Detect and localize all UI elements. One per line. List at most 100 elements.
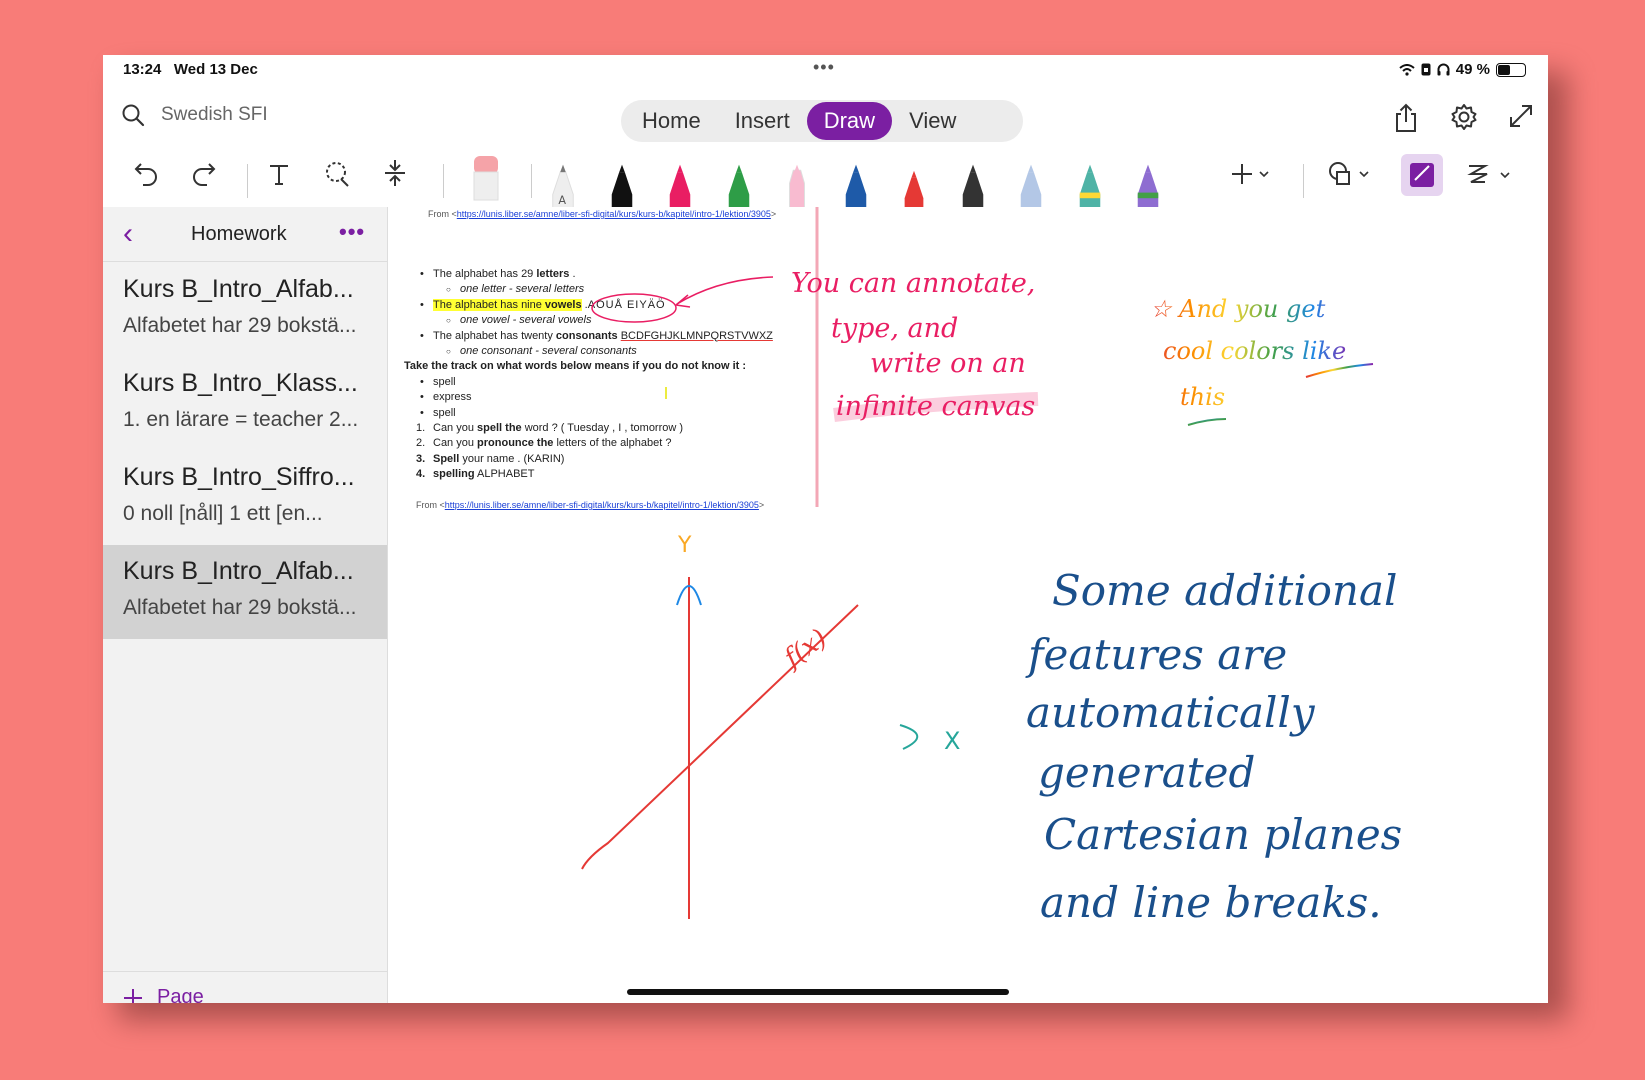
page-list-item[interactable]: Kurs B_Intro_Siffro... 0 noll [nåll] 1 e… [103, 451, 387, 545]
numbered-item: 3. Spell your name . (KARIN) [416, 452, 565, 465]
sidebar-footer: Page [103, 971, 387, 1003]
numbered-item: 4. spelling ALPHABET [416, 468, 535, 481]
graph-y-arrow [676, 585, 702, 606]
pen-2-pen-icon[interactable] [608, 164, 636, 210]
page-title: Kurs B_Intro_Klass... [123, 369, 358, 397]
settings-gear-icon[interactable] [1450, 103, 1478, 131]
lock-rotation-icon [1421, 63, 1431, 76]
rainbow-note-line: cool colors like [1163, 337, 1346, 365]
page-preview: 1. en lärare = teacher 2... [123, 408, 359, 431]
section-title: Homework [191, 223, 287, 245]
pen-9-pen-icon[interactable] [1017, 164, 1045, 210]
list-item: express [408, 390, 828, 406]
rainbow-note-line: this [1180, 383, 1225, 411]
page-preview: 0 noll [nåll] 1 ett [en... [123, 502, 323, 525]
blue-note-line: generated [1038, 748, 1255, 797]
tab-home[interactable]: Home [625, 102, 718, 140]
notebook-name: Swedish SFI [161, 104, 268, 125]
numbered-item: 1. Can you spell the word ? ( Tuesday , I… [416, 422, 684, 435]
blue-note-line: and line breaks. [1040, 878, 1382, 927]
list-item: The alphabet has twenty consonants BCDFG… [408, 329, 828, 345]
pen-11-galaxy-icon[interactable] [1134, 164, 1162, 210]
battery-level [1498, 64, 1510, 75]
list-subitem: one letter - several letters [408, 282, 828, 298]
multitasking-dots-icon[interactable]: ••• [813, 57, 835, 78]
list-subitem: one vowel - several vowels [408, 313, 828, 329]
draw-toolbar: A [103, 150, 1548, 212]
note-canvas[interactable]: From <https://lunis.liber.se/amne/liber-… [388, 207, 1548, 1003]
graph-function-line [581, 604, 859, 870]
status-bar: 13:24 Wed 13 Dec ••• 49 % [103, 55, 1548, 87]
add-page-button[interactable]: Page [123, 986, 204, 1003]
shapes-icon[interactable] [1327, 160, 1371, 188]
headphones-icon [1437, 63, 1450, 76]
task-heading: Take the track on what words below means… [404, 360, 747, 373]
eraser-icon[interactable] [471, 154, 501, 202]
more-options-icon[interactable]: ••• [339, 219, 365, 245]
blue-note-line: features are [1025, 630, 1287, 679]
back-chevron-icon[interactable]: ‹ [123, 217, 133, 251]
fullscreen-expand-icon[interactable] [1508, 103, 1534, 129]
status-time: 13:24 Wed 13 Dec [123, 61, 258, 78]
page-list-item[interactable]: Kurs B_Intro_Alfab... Alfabetet har 29 b… [103, 263, 387, 357]
graph-x-label: X [944, 727, 960, 755]
ipad-screen: 13:24 Wed 13 Dec ••• 49 % Swedish SFI Ho… [103, 55, 1548, 1003]
source-link-top: From <https://lunis.liber.se/amne/liber-… [428, 209, 777, 219]
home-indicator[interactable] [627, 989, 1009, 995]
share-icon[interactable] [1392, 103, 1420, 133]
plus-icon [124, 988, 142, 1003]
insert-space-icon[interactable] [383, 158, 407, 188]
svg-text:A: A [558, 194, 566, 207]
notebook-search[interactable]: Swedish SFI [121, 103, 268, 127]
source-url-link[interactable]: https://lunis.liber.se/amne/liber-sfi-di… [457, 209, 771, 219]
list-subitem: one consonant - several consonants [408, 344, 828, 360]
graph-x-arrow [899, 724, 919, 750]
add-page-label: Page [157, 986, 204, 1003]
page-title: Kurs B_Intro_Alfab... [123, 275, 354, 303]
blue-note-line: Some additional [1052, 566, 1397, 615]
pink-note-line: write on an [870, 348, 1026, 379]
add-pen-icon[interactable] [1231, 162, 1271, 186]
ink-to-shape-toggle-icon[interactable] [1401, 154, 1443, 196]
source-url-link[interactable]: https://lunis.liber.se/amne/liber-sfi-di… [445, 500, 759, 510]
graph-function-label: f(x) [777, 623, 832, 674]
wifi-icon [1399, 63, 1415, 76]
redo-icon[interactable] [191, 160, 217, 186]
page-preview: Alfabetet har 29 bokstä... [123, 314, 357, 337]
pen-3-pen-icon[interactable] [666, 164, 694, 210]
list-item: The alphabet has 29 letters . [408, 267, 828, 283]
source-link-bottom: From <https://lunis.liber.se/amne/liber-… [416, 500, 765, 510]
ruler-ink-options-icon[interactable] [1465, 160, 1515, 190]
text-icon[interactable] [267, 162, 291, 186]
pen-8-pen-icon[interactable] [959, 164, 987, 210]
search-icon[interactable] [121, 103, 145, 127]
tab-insert[interactable]: Insert [718, 102, 807, 140]
list-item: The alphabet has nine vowels .AOUÅ EIYÄÖ [408, 298, 828, 314]
battery-icon [1496, 62, 1526, 77]
rainbow-handwritten-note: ☆ And you get cool colors like this [1150, 295, 1354, 411]
tab-view[interactable]: View [892, 102, 973, 140]
undo-icon[interactable] [133, 160, 159, 186]
pen-7-pen-selected-icon[interactable] [900, 164, 928, 210]
blue-note-line: automatically [1026, 688, 1316, 737]
lasso-icon[interactable] [323, 160, 351, 188]
page-title: Kurs B_Intro_Siffro... [123, 463, 355, 491]
blue-handwritten-note: Some additional features are automatical… [1025, 566, 1416, 927]
page-preview: Alfabetet har 29 bokstä... [123, 596, 357, 619]
rainbow-note-line: ☆ And you get [1150, 295, 1326, 323]
pen-10-rainbow-icon[interactable] [1076, 164, 1104, 210]
battery-percent: 49 % [1455, 61, 1490, 78]
pink-handwritten-note: You can annotate, type, and write on an … [791, 268, 1044, 422]
pen-4-pen-icon[interactable] [725, 164, 753, 210]
tab-draw[interactable]: Draw [806, 102, 893, 140]
pen-5-highlighter-icon[interactable] [783, 164, 811, 210]
pen-6-pen-icon[interactable] [842, 164, 870, 210]
status-date: Wed 13 Dec [173, 61, 258, 78]
page-title: Kurs B_Intro_Alfab... [123, 557, 354, 585]
numbered-item: 2. Can you pronounce the letters of the a… [416, 437, 672, 450]
page-list-item-selected[interactable]: Kurs B_Intro_Alfab... Alfabetet har 29 b… [103, 545, 387, 639]
pink-note-line: infinite canvas [836, 391, 1035, 422]
list-item: spell [408, 375, 828, 391]
pen-1-pencil-icon[interactable]: A [549, 164, 577, 210]
page-list-item[interactable]: Kurs B_Intro_Klass... 1. en lärare = tea… [103, 357, 387, 451]
